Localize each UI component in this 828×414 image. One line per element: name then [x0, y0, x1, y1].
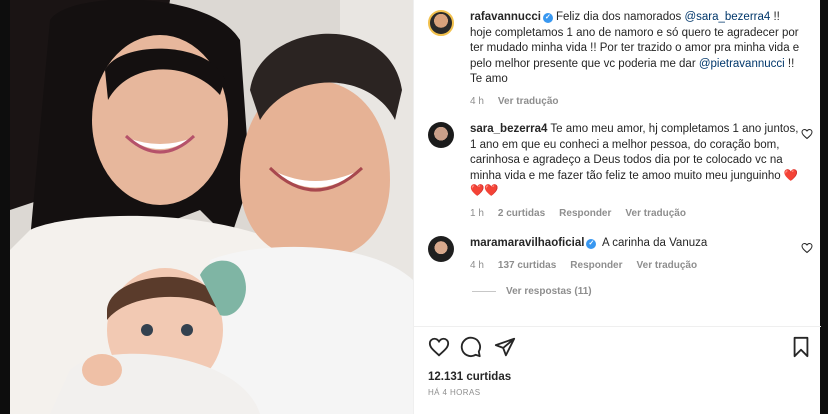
comment-likes[interactable]: 2 curtidas	[498, 208, 545, 219]
mention-link[interactable]: @pietravannucci	[699, 58, 785, 70]
comment-time: 4 h	[470, 259, 484, 271]
replies-line	[472, 291, 496, 292]
verified-icon: ✓	[586, 239, 597, 249]
comment-body: maramaravilhaoficial ✓ A carinha da Vanuz…	[470, 236, 800, 271]
caption-text: rafavannucci ✓ Feliz dia dos namorados @sa…	[470, 10, 800, 88]
verified-icon: ✓	[542, 13, 553, 23]
comment-body: sara_bezerra4 Te amo meu amor, hj comple…	[470, 122, 800, 219]
comments-area[interactable]: rafavannucci ✓ Feliz dia dos namorados @sa…	[414, 0, 821, 326]
comment-text: sara_bezerra4 Te amo meu amor, hj comple…	[470, 122, 800, 200]
mention-link[interactable]: @sara_bezerra4	[684, 11, 770, 23]
comment-like-heart-icon[interactable]	[801, 242, 813, 254]
comment-meta: 4 h 137 curtidas Responder Ver tradução	[470, 260, 800, 271]
comment: maramaravilhaoficial ✓ A carinha da Vanuz…	[428, 236, 808, 271]
comment-username[interactable]: sara_bezerra4	[470, 123, 547, 135]
comment-text: maramaravilhaoficial ✓ A carinha da Vanuz…	[470, 236, 800, 252]
caption-time: 4 h	[470, 95, 484, 107]
comment-icon[interactable]	[460, 336, 482, 358]
comment-likes[interactable]: 137 curtidas	[498, 260, 556, 271]
comment: sara_bezerra4 Te amo meu amor, hj comple…	[428, 122, 808, 219]
reply-button[interactable]: Responder	[570, 260, 622, 271]
family-photo-illustration	[10, 0, 413, 414]
caption-part: Feliz dia dos namorados	[555, 11, 685, 23]
comment-avatar[interactable]	[428, 236, 454, 262]
post-panel: rafavannucci ✓ Feliz dia dos namorados @sa…	[413, 0, 821, 414]
comment-content: A carinha da Vanuza	[601, 237, 708, 249]
translate-link[interactable]: Ver tradução	[637, 260, 698, 271]
heart-icon[interactable]	[428, 336, 450, 358]
translate-link[interactable]: Ver tradução	[625, 208, 686, 219]
author-avatar[interactable]	[428, 10, 454, 36]
send-icon[interactable]	[494, 336, 516, 358]
like-count[interactable]: 12.131 curtidas	[428, 371, 511, 383]
caption-body: rafavannucci ✓ Feliz dia dos namorados @sa…	[470, 10, 800, 107]
comment-avatar[interactable]	[428, 122, 454, 148]
divider	[414, 326, 821, 327]
comment-meta: 1 h 2 curtidas Responder Ver tradução	[470, 208, 800, 219]
comment-username[interactable]: maramaravilhaoficial	[470, 237, 584, 249]
post-time: HÁ 4 HORAS	[428, 388, 481, 397]
bookmark-icon[interactable]	[790, 336, 812, 358]
view-replies-button[interactable]: Ver respostas (11)	[472, 286, 592, 297]
screenshot-frame: rafavannucci ✓ Feliz dia dos namorados @sa…	[0, 0, 828, 414]
comment-like-heart-icon[interactable]	[801, 128, 813, 140]
instagram-post: rafavannucci ✓ Feliz dia dos namorados @sa…	[10, 0, 821, 414]
post-photo[interactable]	[10, 0, 413, 414]
comment-time: 1 h	[470, 207, 484, 219]
reply-button[interactable]: Responder	[559, 208, 611, 219]
translate-link[interactable]: Ver tradução	[498, 96, 559, 107]
caption-meta: 4 h Ver tradução	[470, 96, 800, 107]
view-replies-label: Ver respostas (11)	[506, 286, 592, 297]
action-bar	[428, 336, 809, 360]
author-username[interactable]: rafavannucci	[470, 11, 541, 23]
caption: rafavannucci ✓ Feliz dia dos namorados @sa…	[428, 10, 808, 107]
